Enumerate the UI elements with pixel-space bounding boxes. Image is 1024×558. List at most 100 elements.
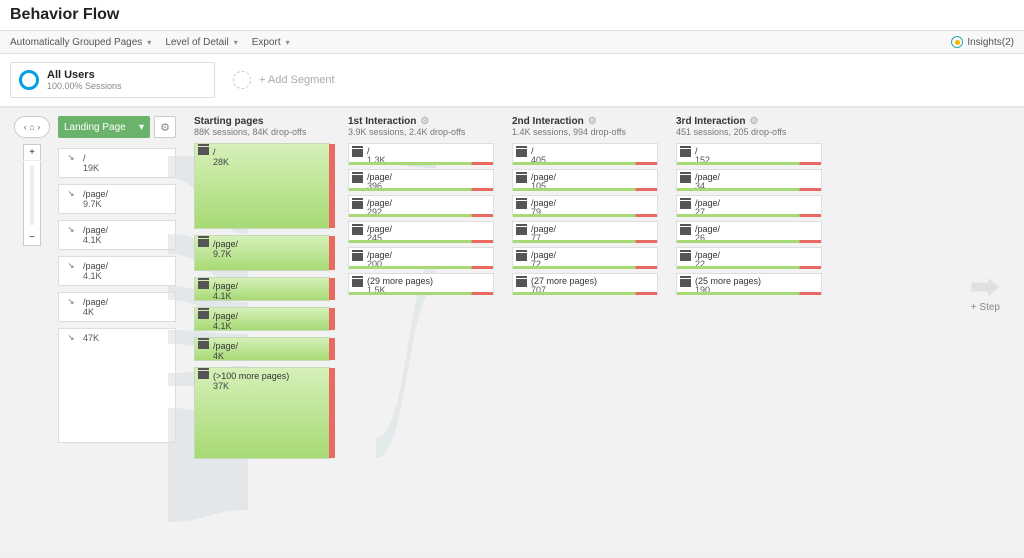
source-node[interactable]: /page/4.1K xyxy=(58,256,176,286)
page-node[interactable]: /page/79 xyxy=(512,195,658,217)
node-label: /page/ xyxy=(695,225,817,234)
zoom-track[interactable] xyxy=(30,165,34,225)
node-value: 4.1K xyxy=(83,235,108,245)
node-label: /page/ xyxy=(213,239,325,249)
zoom-control[interactable]: + − xyxy=(23,144,41,246)
segment-all-users[interactable]: All Users 100.00% Sessions xyxy=(10,62,215,98)
zoom-out-button[interactable]: − xyxy=(23,229,41,245)
page-icon xyxy=(352,253,363,261)
page-node[interactable]: /page/200 xyxy=(348,247,494,269)
col-title: 1st Interaction xyxy=(348,116,416,127)
dropoff-bar xyxy=(329,338,335,360)
page-node[interactable]: (27 more pages)707 xyxy=(512,273,658,295)
session-bar xyxy=(677,214,821,217)
col-sub: 88K sessions, 84K drop-offs xyxy=(194,127,330,137)
add-segment-button[interactable]: + Add Segment xyxy=(225,62,430,98)
page-node[interactable]: /page/26 xyxy=(676,221,822,243)
gear-icon[interactable]: ⚙ xyxy=(749,116,758,127)
page-node[interactable]: /page/396 xyxy=(348,169,494,191)
page-icon xyxy=(352,201,363,209)
flow-canvas[interactable]: ‹ ⌂ › + − Landing Page▾ ⚙ /19K/page/9.7K… xyxy=(0,107,1024,551)
page-node[interactable]: (>100 more pages)37K xyxy=(194,367,330,459)
page-icon xyxy=(516,149,527,157)
insights-icon xyxy=(951,36,963,48)
page-icon xyxy=(680,149,691,157)
node-label: / xyxy=(695,147,817,156)
page-icon xyxy=(352,175,363,183)
gear-icon[interactable]: ⚙ xyxy=(588,116,597,127)
session-bar xyxy=(349,292,493,295)
node-label: (>100 more pages) xyxy=(213,371,325,381)
node-label: / xyxy=(213,147,325,157)
page-node[interactable]: /page/72 xyxy=(512,247,658,269)
page-node[interactable]: /page/34 xyxy=(676,169,822,191)
page-node[interactable]: /page/77 xyxy=(512,221,658,243)
page-node[interactable]: /28K xyxy=(194,143,330,229)
zoom-in-button[interactable]: + xyxy=(23,145,41,161)
col-i3: 3rd Interaction⚙ 451 sessions, 205 drop-… xyxy=(676,116,822,465)
node-label: /page/ xyxy=(531,225,653,234)
landing-page-select[interactable]: Landing Page▾ xyxy=(58,116,150,138)
session-bar xyxy=(677,292,821,295)
session-bar xyxy=(349,214,493,217)
dropoff-bar xyxy=(329,236,335,270)
node-label: /page/ xyxy=(213,281,325,291)
source-node[interactable]: /page/4.1K xyxy=(58,220,176,250)
session-bar xyxy=(677,266,821,269)
page-node[interactable]: /152 xyxy=(676,143,822,165)
page-node[interactable]: (29 more pages)1.5K xyxy=(348,273,494,295)
page-node[interactable]: (25 more pages)190 xyxy=(676,273,822,295)
page-node[interactable]: /page/292 xyxy=(348,195,494,217)
session-bar xyxy=(349,240,493,243)
page-icon xyxy=(352,227,363,235)
session-bar xyxy=(349,188,493,191)
source-node[interactable]: /19K xyxy=(58,148,176,178)
page-icon xyxy=(516,279,527,287)
page-node[interactable]: /page/245 xyxy=(348,221,494,243)
page-icon xyxy=(198,239,209,247)
node-label: /page/ xyxy=(83,189,108,199)
insights-button[interactable]: Insights(2) xyxy=(951,36,1014,48)
session-bar xyxy=(677,188,821,191)
segments-row: All Users 100.00% Sessions + Add Segment xyxy=(0,54,1024,107)
export-dropdown[interactable]: Export xyxy=(252,37,290,48)
source-node[interactable]: /page/9.7K xyxy=(58,184,176,214)
grouped-pages-dropdown[interactable]: Automatically Grouped Pages xyxy=(10,37,151,48)
node-label: /page/ xyxy=(213,311,325,321)
home-button[interactable]: ‹ ⌂ › xyxy=(14,116,50,138)
page-node[interactable]: /page/9.7K xyxy=(194,235,330,271)
page-title: Behavior Flow xyxy=(10,6,119,24)
page-node[interactable]: /1.3K xyxy=(348,143,494,165)
page-icon xyxy=(516,201,527,209)
source-node[interactable]: /page/4K xyxy=(58,292,176,322)
col-title: Starting pages xyxy=(194,116,263,127)
node-label: /page/ xyxy=(367,199,489,208)
page-node[interactable]: /page/4.1K xyxy=(194,277,330,301)
gear-icon[interactable]: ⚙ xyxy=(420,116,429,127)
level-of-detail-dropdown[interactable]: Level of Detail xyxy=(165,37,237,48)
node-value: 4.1K xyxy=(213,321,325,331)
page-node[interactable]: /page/4K xyxy=(194,337,330,361)
page-node[interactable]: /page/27 xyxy=(676,195,822,217)
node-label: /page/ xyxy=(531,199,653,208)
node-label: / xyxy=(531,147,653,156)
add-step-button[interactable]: + Step xyxy=(971,278,1000,313)
segment-subtitle: 100.00% Sessions xyxy=(47,81,122,91)
dropoff-bar xyxy=(329,308,335,330)
node-label: /page/ xyxy=(367,173,489,182)
col-landing: Landing Page▾ ⚙ /19K/page/9.7K/page/4.1K… xyxy=(58,116,176,465)
col-starting: Starting pages 88K sessions, 84K drop-of… xyxy=(194,116,330,465)
page-node[interactable]: /page/105 xyxy=(512,169,658,191)
source-node[interactable]: 47K xyxy=(58,328,176,443)
node-label: /page/ xyxy=(367,225,489,234)
landing-gear-button[interactable]: ⚙ xyxy=(154,116,176,138)
node-value: 9.7K xyxy=(213,249,325,259)
page-node[interactable]: /page/4.1K xyxy=(194,307,330,331)
col-sub: 3.9K sessions, 2.4K drop-offs xyxy=(348,127,494,137)
page-node[interactable]: /405 xyxy=(512,143,658,165)
session-bar xyxy=(349,266,493,269)
page-node[interactable]: /page/22 xyxy=(676,247,822,269)
session-bar xyxy=(677,240,821,243)
segment-title: All Users xyxy=(47,69,122,81)
toolbar: Automatically Grouped Pages Level of Det… xyxy=(0,31,1024,54)
